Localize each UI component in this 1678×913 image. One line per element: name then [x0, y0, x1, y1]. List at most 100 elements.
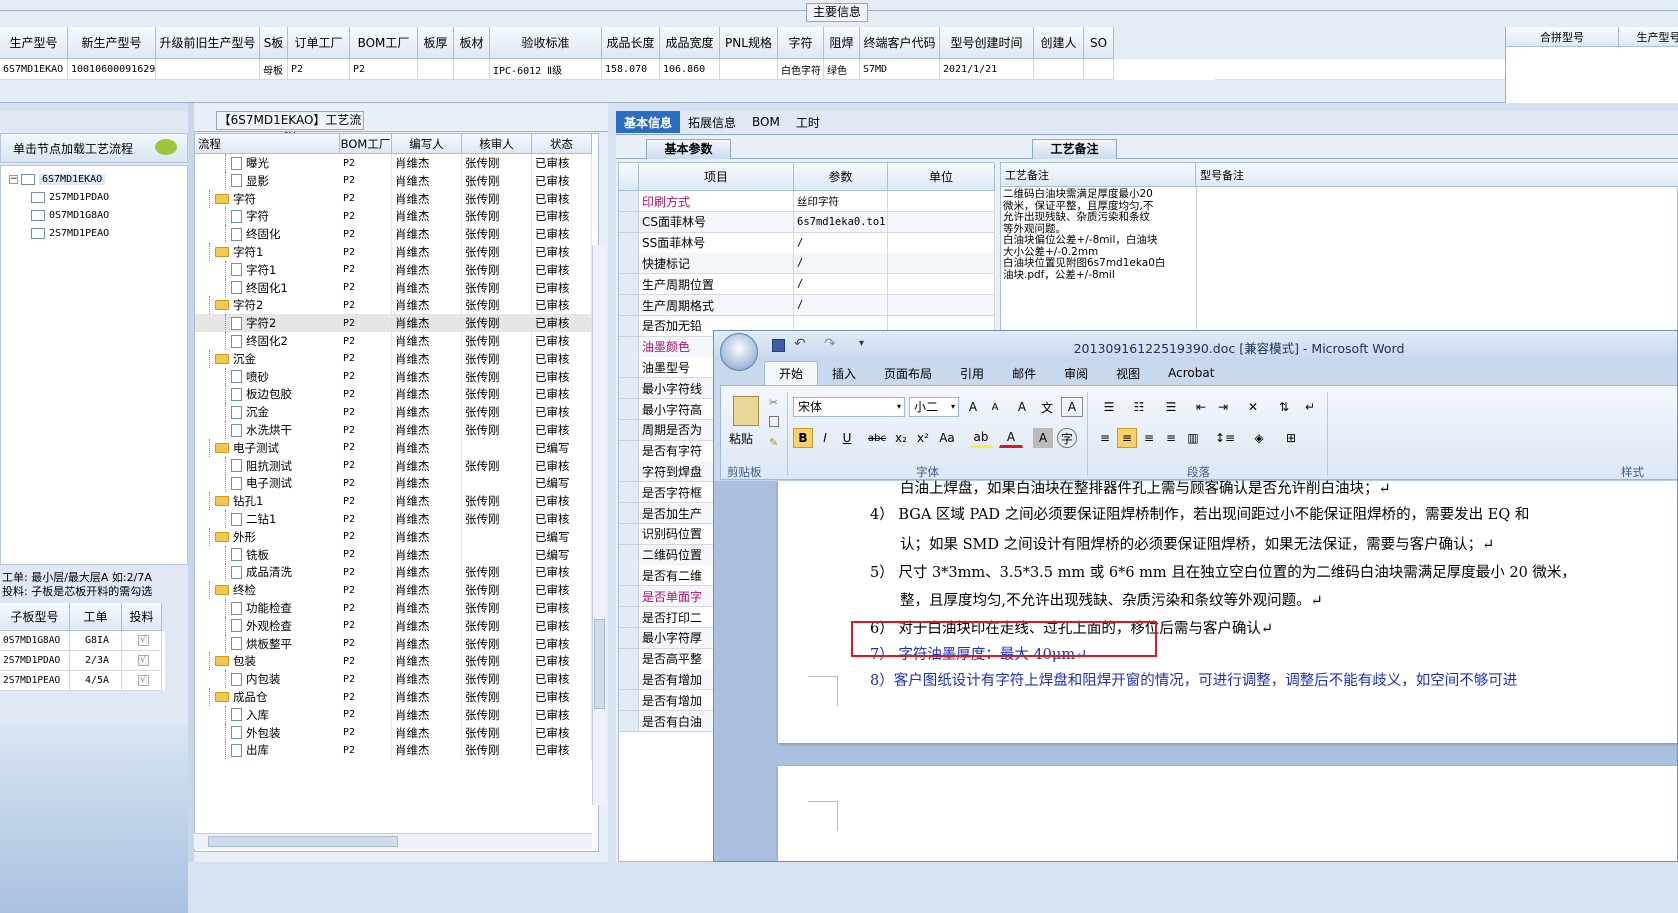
flow-row[interactable]: 二钻1 P2 肖维杰 张传刚 已审核 — [195, 510, 598, 528]
borders-icon[interactable]: ⊞ — [1277, 428, 1305, 448]
flow-vscroll[interactable] — [592, 245, 606, 805]
column-header[interactable]: S板 — [260, 27, 288, 59]
numbering-icon[interactable]: ☷ — [1125, 397, 1153, 417]
flow-row[interactable]: 外观检查 P2 肖维杰 张传刚 已审核 — [195, 616, 598, 635]
bullets-icon[interactable]: ☰ — [1095, 397, 1123, 417]
flow-row[interactable]: 字符1 P2 肖维杰 张传刚 已审核 — [195, 243, 598, 261]
feed-cell[interactable]: √ — [122, 631, 162, 651]
underline-icon[interactable]: U — [837, 428, 857, 448]
column-header[interactable]: 核审人 — [462, 134, 532, 154]
column-header[interactable]: BOM工厂 — [340, 134, 392, 154]
feed-checkbox[interactable]: √ — [137, 655, 149, 666]
tree-node[interactable]: 2S7MD1PDAO — [31, 188, 109, 207]
paste-icon[interactable] — [733, 396, 759, 426]
flow-row[interactable]: 烘板整平 P2 肖维杰 张传刚 已审核 — [195, 634, 598, 653]
row-selector[interactable] — [619, 253, 639, 275]
row-selector[interactable] — [619, 440, 639, 462]
process-remark-tab[interactable]: 工艺备注 — [1032, 139, 1117, 159]
font-name-select[interactable]: 宋体 ▾ — [793, 397, 905, 417]
ribbon-tab-0[interactable]: 开始 — [764, 361, 819, 385]
format-painter-icon[interactable]: ✎ — [769, 436, 778, 449]
undo-icon[interactable]: ↶ — [794, 336, 806, 352]
feed-checkbox[interactable]: √ — [137, 635, 149, 646]
column-header[interactable]: 字符 — [778, 27, 824, 59]
param-value[interactable]: 6s7md1eka0.to1 — [794, 211, 888, 233]
superscript-icon[interactable]: x² — [913, 428, 933, 448]
grow-font-icon[interactable]: A — [963, 397, 983, 417]
tree-node[interactable]: − 6S7MD1EKAO — [9, 170, 106, 189]
shading-icon[interactable]: ◈ — [1245, 428, 1273, 448]
row-selector[interactable] — [619, 627, 639, 649]
align-right-icon[interactable]: ≡ — [1139, 428, 1159, 448]
tab-3[interactable]: 工时 — [788, 111, 828, 133]
feed-cell[interactable]: √ — [122, 651, 162, 671]
shrink-font-icon[interactable]: A — [985, 397, 1005, 417]
flow-row[interactable]: 钻孔1 P2 肖维杰 张传刚 已审核 — [195, 492, 598, 511]
flow-row[interactable]: 终固化2 P2 肖维杰 张传刚 已审核 — [195, 332, 598, 350]
param-value[interactable]: / — [794, 253, 888, 275]
flow-row[interactable]: 终固化1 P2 肖维杰 张传刚 已审核 — [195, 278, 598, 297]
column-header[interactable]: 验收标准 — [490, 27, 602, 59]
flow-row[interactable]: 曝光 P2 肖维杰 张传刚 已审核 — [195, 154, 598, 172]
feed-cell[interactable]: √ — [122, 671, 162, 691]
row-selector[interactable] — [619, 503, 639, 524]
cut-icon[interactable]: ✂ — [769, 396, 778, 409]
flow-row[interactable]: 出库 P2 肖维杰 张传刚 已审核 — [195, 741, 598, 760]
row-selector[interactable] — [619, 336, 639, 358]
column-header[interactable]: BOM工厂 — [350, 27, 418, 59]
line-spacing-icon[interactable]: ↕≡ — [1211, 428, 1239, 448]
flow-row[interactable]: 字符2 P2 肖维杰 张传刚 已审核 — [195, 296, 598, 315]
ribbon-tab-5[interactable]: 审阅 — [1050, 361, 1102, 385]
paste-button[interactable]: 粘贴 — [729, 430, 753, 447]
flow-row[interactable]: 字符2 P2 肖维杰 张传刚 已审核 — [195, 314, 598, 333]
column-header[interactable]: 流程 — [195, 134, 340, 154]
column-header[interactable]: 升级前旧生产型号 — [156, 27, 260, 59]
tab-0[interactable]: 基本信息 — [616, 111, 681, 133]
redo-icon[interactable]: ↷ — [824, 336, 836, 352]
tree-node[interactable]: 0S7MD1G8AO — [31, 206, 109, 225]
main-info-row[interactable]: 6S7MD1EKAO 10010600091629 母板 P2 P2 IPC-6012 Ⅱ… — [0, 59, 1215, 80]
process-remark-text[interactable]: 二维码白油块需满足厚度最小20 微米，保证平整，且厚度均匀,不 允许出现残缺、杂质污… — [1003, 188, 1193, 281]
row-selector[interactable] — [619, 357, 639, 379]
param-row[interactable]: 快捷标记 / — [619, 253, 995, 275]
row-selector[interactable] — [619, 232, 639, 254]
param-value[interactable]: 丝印字符 — [794, 191, 888, 212]
feed-checkbox[interactable]: √ — [137, 675, 149, 686]
subscript-icon[interactable]: x₂ — [891, 428, 911, 448]
row-selector[interactable] — [619, 565, 639, 587]
row-selector[interactable] — [619, 648, 639, 670]
font-color-icon[interactable]: A — [999, 428, 1023, 448]
sub-board-row[interactable]: 2S7MD1PDAO 2/3A √ — [0, 651, 165, 671]
strikethrough-icon[interactable]: abc — [867, 428, 887, 448]
ribbon-tab-2[interactable]: 页面布局 — [870, 361, 946, 385]
increase-indent-icon[interactable]: ⇥ — [1213, 397, 1233, 417]
flow-row[interactable]: 电子测试 P2 肖维杰 已编写 — [195, 438, 598, 457]
row-selector[interactable] — [619, 544, 639, 566]
row-selector[interactable] — [619, 378, 639, 400]
column-header[interactable]: 订单工厂 — [288, 27, 350, 59]
document-page[interactable]: 白油上焊盘，如果白油块在整排器件孔上需与顾客确认是否允许削白油块；↵ 4） BGA… — [778, 481, 1677, 743]
sub-board-row[interactable]: 0S7MD1G8AO G8IA √ — [0, 631, 165, 651]
column-header[interactable]: 板厚 — [418, 27, 454, 59]
ribbon-tab-6[interactable]: 视图 — [1102, 361, 1154, 385]
column-header[interactable]: 子板型号 — [0, 603, 70, 631]
flow-row[interactable]: 沉金 P2 肖维杰 张传刚 已审核 — [195, 403, 598, 422]
column-header[interactable]: 阻焊 — [824, 27, 860, 59]
justify-icon[interactable]: ≡ — [1161, 428, 1181, 448]
highlight-icon[interactable]: ab — [969, 428, 993, 448]
tab-1[interactable]: 拓展信息 — [680, 111, 744, 133]
row-selector[interactable] — [619, 523, 639, 545]
column-header[interactable] — [619, 163, 639, 191]
column-header[interactable]: 编写人 — [392, 134, 462, 154]
distributed-icon[interactable]: ▥ — [1183, 428, 1203, 448]
flow-row[interactable]: 字符 P2 肖维杰 张传刚 已审核 — [195, 207, 598, 226]
flow-row[interactable]: 显影 P2 肖维杰 张传刚 已审核 — [195, 171, 598, 190]
flow-row[interactable]: 字符 P2 肖维杰 张传刚 已审核 — [195, 189, 598, 208]
enclose-char-icon[interactable]: 字 — [1057, 428, 1077, 448]
row-selector[interactable] — [619, 211, 639, 233]
param-row[interactable]: 印刷方式 丝印字符 — [619, 191, 995, 212]
office-button[interactable] — [720, 333, 758, 371]
row-selector[interactable] — [619, 315, 639, 337]
param-value[interactable]: / — [794, 274, 888, 296]
ribbon-tab-1[interactable]: 插入 — [818, 361, 870, 385]
